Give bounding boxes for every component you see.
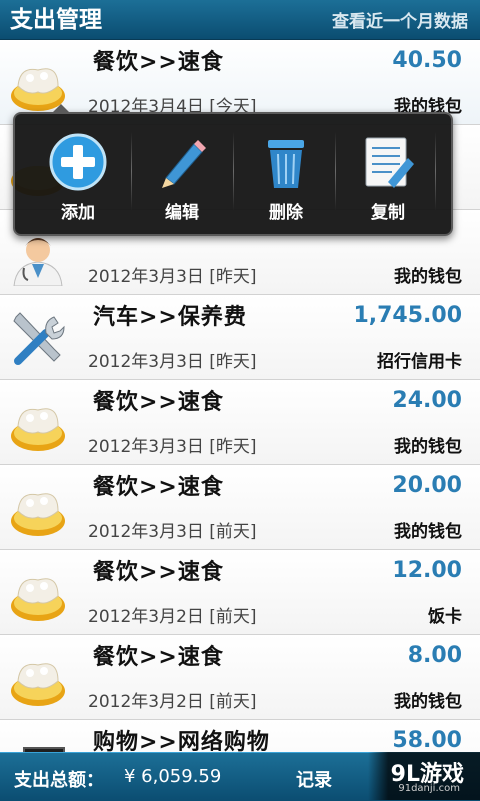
category-label: 汽车>>保养费	[93, 305, 247, 330]
title-bar: 支出管理 查看近一个月数据	[0, 0, 480, 40]
recent-month-link[interactable]: 查看近一个月数据	[332, 10, 468, 34]
account-label: 饭卡	[428, 607, 462, 627]
food-icon	[11, 493, 65, 536]
add-button[interactable]: 添加	[29, 132, 127, 227]
amount-value: 1,745.00	[353, 303, 462, 328]
category-label: 餐饮>>速食	[93, 560, 224, 585]
list-item[interactable]: 汽车>>保养费 1,745.00 2012年3月3日 [昨天] 招行信用卡	[0, 295, 480, 380]
date-label: 2012年3月2日 [前天]	[88, 607, 257, 627]
popup-pointer	[51, 104, 71, 114]
watermark: 9L游戏 91danji.com	[368, 752, 480, 800]
divider	[131, 132, 132, 210]
account-label: 我的钱包	[394, 692, 462, 712]
food-icon	[11, 578, 65, 621]
amount-value: 12.00	[392, 558, 462, 583]
divider	[233, 132, 234, 210]
copy-label: 复制	[371, 203, 405, 223]
date-label: 2012年3月3日 [前天]	[88, 522, 257, 542]
category-label: 餐饮>>速食	[93, 390, 224, 415]
total-label: 支出总额：	[14, 770, 104, 791]
list-item[interactable]: 餐饮>>速食 20.00 2012年3月3日 [前天] 我的钱包	[0, 465, 480, 550]
category-label: 餐饮>>速食	[93, 475, 224, 500]
list-item[interactable]: 餐饮>>速食 8.00 2012年3月2日 [前天] 我的钱包	[0, 635, 480, 720]
list-item[interactable]: 购物>>网络购物 58.00	[0, 720, 480, 752]
delete-button[interactable]: 删除	[237, 132, 335, 227]
account-label: 我的钱包	[394, 522, 462, 542]
amount-value: 24.00	[392, 388, 462, 413]
list-item[interactable]: 餐饮>>速食 24.00 2012年3月3日 [昨天] 我的钱包	[0, 380, 480, 465]
edit-label: 编辑	[165, 203, 199, 223]
amount-value: 58.00	[392, 728, 462, 752]
record-label[interactable]: 记录	[296, 766, 332, 792]
date-label: 2012年3月3日 [昨天]	[88, 352, 257, 372]
amount-value: 20.00	[392, 473, 462, 498]
account-label: 招行信用卡	[377, 352, 462, 372]
date-label: 2012年3月2日 [前天]	[88, 692, 257, 712]
date-label: 2012年3月3日 [昨天]	[88, 437, 257, 457]
account-label: 我的钱包	[394, 437, 462, 457]
add-icon	[49, 133, 107, 191]
category-label: 购物>>网络购物	[93, 730, 270, 752]
trash-icon	[268, 140, 304, 188]
list-item[interactable]: 餐饮>>速食 12.00 2012年3月2日 [前天] 饭卡	[0, 550, 480, 635]
copy-icon	[365, 137, 414, 188]
tools-icon	[13, 312, 65, 365]
total-value: ¥ 6,059.59	[124, 766, 222, 787]
food-icon	[11, 408, 65, 451]
watermark-url: 91danji.com	[398, 783, 460, 794]
amount-value: 8.00	[407, 643, 462, 668]
category-label: 餐饮>>速食	[93, 50, 224, 75]
add-label: 添加	[61, 203, 95, 223]
amount-value: 40.50	[392, 48, 462, 73]
edit-button[interactable]: 编辑	[133, 132, 231, 227]
divider	[435, 132, 436, 210]
delete-label: 删除	[269, 203, 303, 223]
divider	[335, 132, 336, 210]
category-label: 餐饮>>速食	[93, 645, 224, 670]
pencil-icon	[162, 140, 206, 188]
date-label: 2012年3月3日 [昨天]	[88, 267, 257, 287]
copy-button[interactable]: 复制	[339, 132, 437, 227]
context-menu: 添加 编辑 删除 复制	[13, 104, 453, 236]
food-icon	[11, 663, 65, 706]
shopping-icon	[23, 747, 65, 752]
account-label: 我的钱包	[394, 267, 462, 287]
page-title: 支出管理	[10, 7, 102, 33]
